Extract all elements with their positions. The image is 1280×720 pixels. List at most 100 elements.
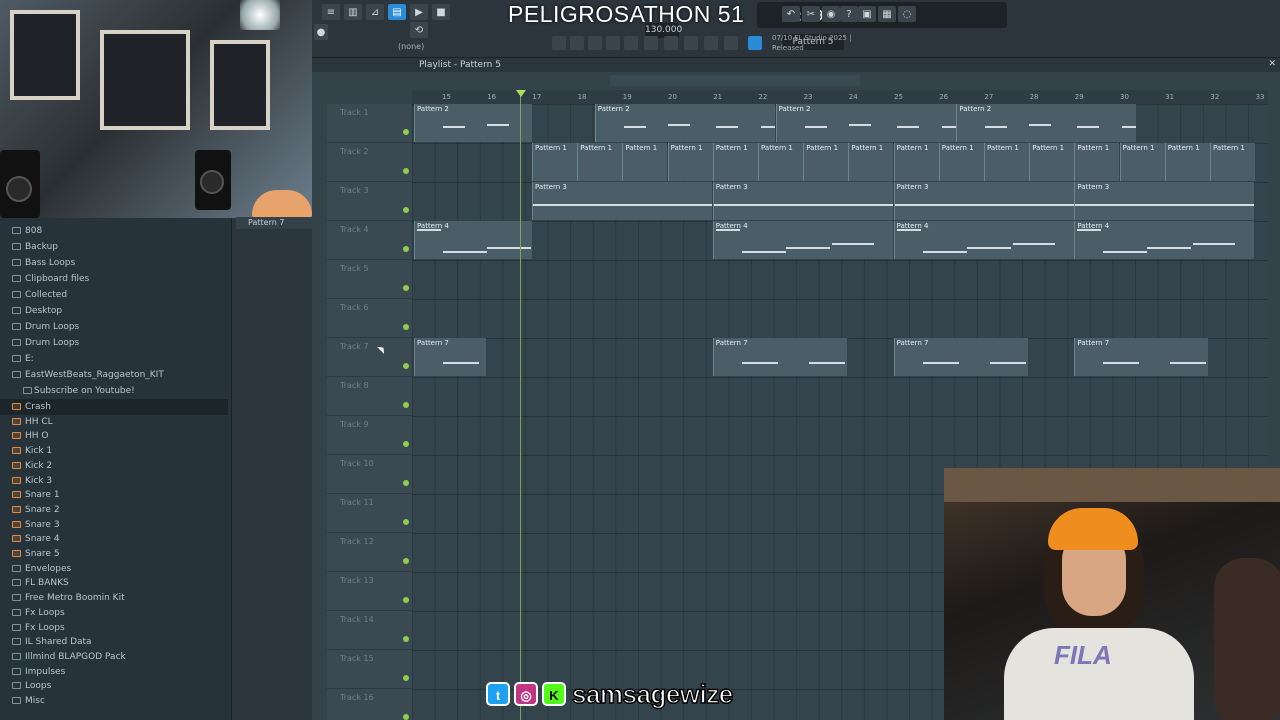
track-mute-led[interactable] [403,207,409,213]
pattern-clip[interactable]: Pattern 1 [758,143,803,181]
undo-icon[interactable]: ↶ [782,6,800,22]
track-header[interactable]: Track 14 [327,611,412,650]
browser-item[interactable]: Kick 3 [0,473,228,489]
playlist-icon[interactable] [552,36,566,50]
song-mode-icon[interactable]: ▤ [388,4,406,20]
track-mute-led[interactable] [403,363,409,369]
browser-item[interactable]: Snare 2 [0,502,228,518]
browser-item[interactable]: Kick 2 [0,458,228,474]
track-mute-led[interactable] [403,597,409,603]
tempo-tap-icon[interactable] [684,36,698,50]
browser-item[interactable]: Kick 1 [0,443,228,459]
track-header[interactable]: Track 6 [327,299,412,338]
pattern-clip[interactable]: Pattern 3 [893,182,1074,220]
browser-item[interactable]: E: [0,351,228,367]
browser-item[interactable]: EastWestBeats_Raggaeton_KIT [0,367,228,383]
browser-item[interactable]: Clipboard files [0,271,228,287]
pattern-clip[interactable]: Pattern 1 [1029,143,1075,181]
play-icon[interactable]: ▶ [410,4,428,20]
browser-item[interactable]: Free Metro Boomin Kit [0,590,228,606]
pattern-clip[interactable]: Pattern 1 [984,143,1029,181]
pattern-clip[interactable]: Pattern 1 [1119,143,1165,181]
browser-item[interactable]: Snare 1 [0,487,228,503]
browser-item[interactable]: Loops [0,678,228,694]
track-mute-led[interactable] [403,168,409,174]
track-header[interactable]: Track 7 [327,338,412,377]
close-icon[interactable]: ✕ [1268,59,1276,69]
stop-icon[interactable]: ■ [432,4,450,20]
snap-display[interactable]: (none) [398,42,424,51]
browser-item[interactable]: Snare 5 [0,546,228,562]
channel-rack-icon[interactable] [588,36,602,50]
cpu-meter-icon[interactable]: ▦ [878,6,896,22]
browser-item[interactable]: Bass Loops [0,255,228,271]
track-header[interactable]: Track 13 [327,572,412,611]
help-icon[interactable]: ? [840,6,858,22]
browser-item[interactable]: Backup [0,239,228,255]
browser-item[interactable]: FL BANKS [0,575,228,591]
pattern-clip[interactable]: Pattern 3 [1074,182,1255,220]
track-mute-led[interactable] [403,402,409,408]
browser-item[interactable]: Drum Loops [0,335,228,351]
pattern-clip[interactable]: Pattern 7 [712,338,847,376]
microphone-icon[interactable] [664,36,678,50]
horizontal-scrollbar[interactable] [610,75,860,86]
pattern-clip[interactable]: Pattern 7 [1074,338,1209,376]
track-header[interactable]: Track 8 [327,377,412,416]
menu-icon[interactable]: ≡ [322,4,340,20]
pattern-clip[interactable]: Pattern 4 [893,221,1074,259]
pattern-clip[interactable]: Pattern 1 [532,143,577,181]
song-position-marker[interactable] [516,90,526,97]
track-mute-led[interactable] [403,519,409,525]
track-header[interactable]: Track 11 [327,494,412,533]
pattern-clip[interactable]: Pattern 2 [414,104,532,142]
pattern-clip[interactable]: Pattern 7 [893,338,1028,376]
browser-item[interactable]: IL Shared Data [0,634,228,650]
track-header[interactable]: Track 3 [327,182,412,221]
mixer-view-icon[interactable] [606,36,620,50]
pattern-clip[interactable]: Pattern 1 [938,143,984,181]
browser-item[interactable]: 808 [0,223,228,239]
track-mute-led[interactable] [403,636,409,642]
track-mute-led[interactable] [403,246,409,252]
track-header[interactable]: Track 10 [327,455,412,494]
track-header[interactable]: Track 12 [327,533,412,572]
browser-icon[interactable] [624,36,638,50]
picker-item[interactable]: Pattern 7 [236,217,318,229]
track-header[interactable]: Track 1 [327,104,412,143]
piano-roll-icon[interactable] [570,36,584,50]
render-icon[interactable] [724,36,738,50]
pattern-clip[interactable]: Pattern 1 [893,143,939,181]
track-mute-led[interactable] [403,285,409,291]
browser-item[interactable]: Fx Loops [0,605,228,621]
chat-icon[interactable]: ◌ [898,6,916,22]
track-mute-led[interactable] [403,480,409,486]
pattern-clip[interactable]: Pattern 7 [414,338,486,376]
pattern-clip[interactable]: Pattern 4 [712,221,893,259]
track-header[interactable]: Track 2 [327,143,412,182]
mixer-icon[interactable]: ▥ [344,4,362,20]
link-icon[interactable]: ⟲ [410,22,428,38]
browser-item[interactable]: Collected [0,287,228,303]
browser-item[interactable]: Desktop [0,303,228,319]
pattern-clip[interactable]: Pattern 3 [532,182,712,220]
browser-item[interactable]: Crash [0,399,228,415]
pattern-clip[interactable]: Pattern 2 [594,104,775,142]
browser-item[interactable]: Snare 3 [0,517,228,533]
pattern-clip[interactable]: Pattern 2 [775,104,956,142]
track-mute-led[interactable] [403,129,409,135]
track-mute-led[interactable] [403,714,409,720]
track-header[interactable]: Track 5 [327,260,412,299]
timeline-ruler[interactable]: 15 16 17 18 19 20 21 22 23 24 25 26 27 28 29 30 31 32 33 [412,90,1268,104]
browser-item[interactable]: Fx Loops [0,620,228,636]
pattern-clip[interactable]: Pattern 1 [848,143,894,181]
track-mute-led[interactable] [403,441,409,447]
browser-item[interactable]: HH CL [0,414,228,430]
browser-item[interactable]: Envelopes [0,561,228,577]
record-audio-icon[interactable]: ◉ [822,6,840,22]
track-mute-led[interactable] [403,675,409,681]
record-icon[interactable]: ● [314,24,328,40]
track-header[interactable]: Track 9 [327,416,412,455]
track-mute-led[interactable] [403,324,409,330]
metronome-icon[interactable]: ⊿ [366,4,384,20]
